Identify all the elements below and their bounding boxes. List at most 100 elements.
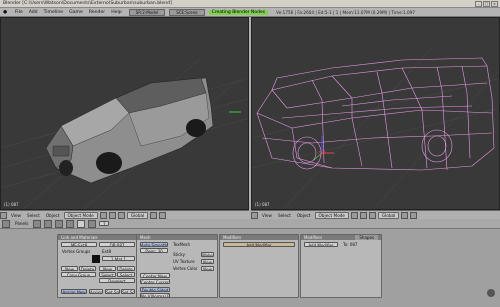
menu-help[interactable]: Help <box>108 10 124 15</box>
vertex-groups-label: Vertex Groups <box>62 249 91 254</box>
left-object-menu[interactable]: Object <box>44 213 62 218</box>
modifiers-panel-header: Modifiers <box>220 235 298 240</box>
uv-texture-new-button[interactable]: New <box>201 259 214 264</box>
mesh-panel: Mesh Auto Smooth TexMesh Degr: 30 Sticky… <box>136 234 218 298</box>
vgroup-new-button[interactable]: New <box>61 266 78 271</box>
menu-timeline[interactable]: Timeline <box>41 10 67 15</box>
blender-logo-icon <box>487 289 495 297</box>
sticky-label: Sticky <box>173 252 185 257</box>
degr-field[interactable]: Degr: 30 <box>140 248 168 253</box>
right-view-menu[interactable]: View <box>260 213 274 218</box>
mesh-name-field[interactable]: ME:Ext8 <box>61 242 97 247</box>
left-shading-icon[interactable] <box>99 211 107 219</box>
window-title: Blender [C:\Users\Watson\Documents\Exter… <box>3 1 172 6</box>
panels-menu[interactable]: Panels <box>13 221 30 226</box>
set-solid-button[interactable]: Set Solid <box>121 289 135 294</box>
frame-field[interactable]: 1 <box>99 221 110 226</box>
auto-smooth-toggle[interactable]: Auto Smooth <box>140 242 168 247</box>
left-select-menu[interactable]: Select <box>25 213 42 218</box>
uv-texture-label: UV Texture <box>173 259 195 264</box>
object-name-field[interactable]: OB:087 <box>99 242 135 247</box>
right-layer-icon[interactable] <box>401 211 409 219</box>
editor-type-icon[interactable] <box>0 211 7 219</box>
left-lock-icon[interactable] <box>159 211 167 219</box>
left-corner-label: (1) 087 <box>4 202 19 207</box>
center-new-button[interactable]: Center New <box>140 273 170 278</box>
shapes-panel: Modifiers Shapes Add Modifier To: 087 <box>300 234 382 298</box>
material-color-swatch[interactable] <box>92 255 100 263</box>
wire-car-view: (1) 087 <box>252 47 499 209</box>
screen-select[interactable]: SR:2-Model <box>128 8 166 16</box>
context-shading-icon[interactable] <box>55 219 64 228</box>
menu-render[interactable]: Render <box>86 10 108 15</box>
close-icon[interactable]: × <box>491 1 498 7</box>
car-wire-mesh <box>256 57 495 171</box>
left-layer-icon[interactable] <box>150 211 158 219</box>
vgroup-delete-button[interactable]: Delete <box>79 266 96 271</box>
buttons-editor-icon[interactable] <box>2 219 10 228</box>
assign-new-button[interactable]: Assign New <box>61 289 87 294</box>
context-logic-icon[interactable] <box>33 219 42 228</box>
left-mode-select[interactable]: Object Mode <box>63 211 98 219</box>
shapes-add-modifier-button[interactable]: Add Modifier <box>304 242 338 247</box>
center-cursor-button[interactable]: Center Cursor <box>140 279 170 284</box>
shapes-tab[interactable]: Shapes <box>355 235 378 240</box>
blender-icon[interactable]: ● <box>0 10 12 15</box>
left-view-menu[interactable]: View <box>9 213 23 218</box>
context-scene-icon[interactable] <box>88 219 97 228</box>
assign-button[interactable]: Assign <box>89 289 103 294</box>
buttons-window: Link and Materials ME:Ext8 OB:087 Vertex… <box>0 229 500 307</box>
material-new-button[interactable]: New <box>99 266 116 271</box>
texmesh-label: TexMesh <box>173 242 191 247</box>
shapes-panel-header: Modifiers <box>304 235 323 240</box>
menu-game[interactable]: Game <box>66 10 86 15</box>
viewport-solid[interactable]: (1) 087 <box>0 17 249 210</box>
add-modifier-button[interactable]: Add Modifier <box>223 242 295 247</box>
editor-type-icon[interactable] <box>251 211 258 219</box>
material-deselect2-button[interactable]: Deselect <box>99 278 135 283</box>
right-orient-select[interactable]: Global <box>377 211 400 219</box>
context-object-icon[interactable] <box>66 219 75 228</box>
sticky-make-button[interactable]: Make <box>201 252 214 257</box>
menu-file[interactable]: File <box>12 10 26 15</box>
material-index-field[interactable]: 1 Mat 1 <box>102 256 135 261</box>
material-select-button[interactable]: Select <box>99 272 116 277</box>
link-materials-panel: Link and Materials ME:Ext8 OB:087 Vertex… <box>57 234 139 298</box>
viewport-wireframe[interactable]: (1) 087 <box>251 17 500 210</box>
mesh-panel-header: Mesh <box>137 235 217 240</box>
right-object-menu[interactable]: Object <box>295 213 313 218</box>
right-shading-icon[interactable] <box>350 211 358 219</box>
to-object-label: To: 087 <box>343 242 358 247</box>
no-vnormal-flip-toggle[interactable]: No V.Normal Flip <box>140 293 170 298</box>
material-deselect-button[interactable]: Select <box>117 272 135 277</box>
material-delete-button[interactable]: Delete <box>117 266 135 271</box>
right-select-menu[interactable]: Select <box>276 213 293 218</box>
vertex-color-label: Vertex Color <box>173 266 198 271</box>
link-panel-header: Link and Materials <box>58 235 138 240</box>
left-orient-select[interactable]: Global <box>126 211 149 219</box>
double-sided-toggle[interactable]: Double Sided <box>140 287 170 292</box>
solid-car-view: (1) 087 <box>1 57 248 209</box>
menubar: ● File Add Timeline Game Render Help SR:… <box>0 8 500 17</box>
right-manip-icon[interactable] <box>368 211 376 219</box>
context-script-icon[interactable] <box>44 219 53 228</box>
context-editing-icon[interactable] <box>77 219 86 228</box>
right-mode-select[interactable]: Object Mode <box>314 211 349 219</box>
maximize-icon[interactable]: □ <box>483 1 490 7</box>
copy-group-button[interactable]: Copy Group <box>61 272 96 277</box>
set-smooth-button[interactable]: Set Smooth <box>105 289 120 294</box>
scene-stats: Ve:1756 | Fa:2604 | Ed:5-1 | 1 | Mem:11.… <box>276 9 416 15</box>
vertex-color-new-button[interactable]: New <box>201 266 214 271</box>
window-titlebar: Blender [C:\Users\Watson\Documents\Exter… <box>0 0 500 8</box>
left-pivot-icon[interactable] <box>108 211 116 219</box>
left-manip-icon[interactable] <box>117 211 125 219</box>
minimize-icon[interactable]: – <box>475 1 482 7</box>
modifiers-panel: Modifiers Add Modifier <box>219 234 299 298</box>
buttons-header: Panels 1 <box>0 219 500 229</box>
material-name-label: Ext8 <box>102 249 112 254</box>
scene-select[interactable]: SCE:Scene <box>169 8 205 16</box>
right-pivot-icon[interactable] <box>359 211 367 219</box>
right-lock-icon[interactable] <box>410 211 418 219</box>
left-viewport-header: View Select Object Object Mode Global <box>0 210 249 219</box>
menu-add[interactable]: Add <box>26 10 41 15</box>
